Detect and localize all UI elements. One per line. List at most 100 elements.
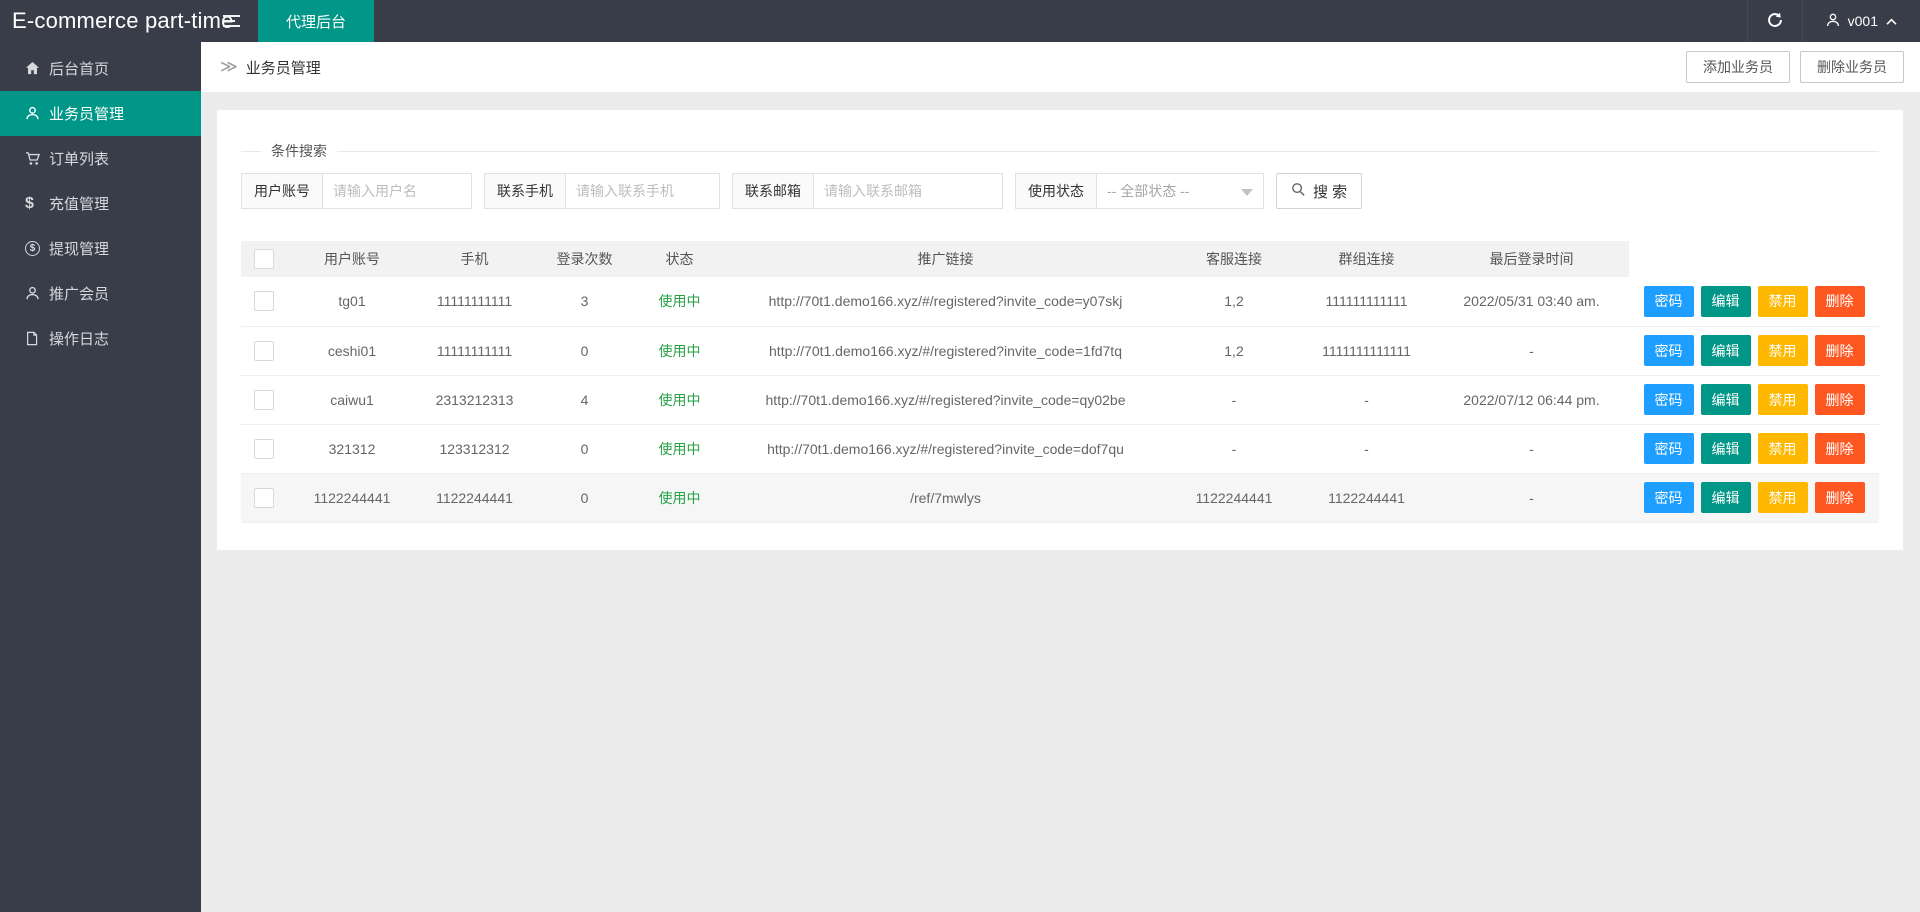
last-login-cell: -	[1434, 473, 1629, 522]
account-field-label: 用户账号	[241, 173, 322, 209]
promo-link-cell: http://70t1.demo166.xyz/#/registered?inv…	[722, 326, 1169, 375]
password-button[interactable]: 密码	[1644, 384, 1694, 415]
service-link-cell: -	[1169, 375, 1299, 424]
table-row: tg01111111111113使用中http://70t1.demo166.x…	[241, 277, 1879, 326]
checkbox-cell	[241, 277, 287, 326]
delete-button[interactable]: 删除	[1815, 482, 1865, 513]
salesman-table: 用户账号手机登录次数状态推广链接客服连接群组连接最后登录时间 tg0111111…	[241, 241, 1879, 523]
search-icon	[1291, 182, 1306, 201]
account-cell: 321312	[287, 424, 417, 473]
row-checkbox[interactable]	[254, 341, 274, 361]
checkbox-cell	[241, 375, 287, 424]
double-chevron-icon: ≫	[220, 57, 238, 77]
delete-button[interactable]: 删除	[1815, 286, 1865, 317]
sidebar-item-withdraw[interactable]: $ 提现管理	[0, 226, 201, 271]
promo-link-cell: /ref/7mwlys	[722, 473, 1169, 522]
chevron-up-icon	[1885, 13, 1898, 29]
disable-button[interactable]: 禁用	[1758, 335, 1808, 366]
column-header: 最后登录时间	[1434, 241, 1629, 277]
column-header: 登录次数	[532, 241, 637, 277]
edit-button[interactable]: 编辑	[1701, 286, 1751, 317]
sidebar-item-recharge[interactable]: $ 充值管理	[0, 181, 201, 226]
breadcrumb-bar: ≫ 业务员管理 添加业务员 删除业务员	[201, 42, 1920, 92]
sidebar-item-label: 提现管理	[49, 238, 109, 259]
member-icon	[25, 286, 49, 301]
status-select[interactable]: -- 全部状态 --	[1096, 173, 1264, 209]
select-all-header	[241, 241, 287, 277]
email-field-group: 联系邮箱	[732, 173, 1003, 209]
last-login-cell: -	[1434, 326, 1629, 375]
search-row: 用户账号 联系手机 联系邮箱 使用状态 -- 全部状态 --	[241, 173, 1879, 209]
top-tab-agent-admin[interactable]: 代理后台	[258, 0, 374, 42]
column-header: 推广链接	[722, 241, 1169, 277]
edit-button[interactable]: 编辑	[1701, 433, 1751, 464]
refresh-button[interactable]	[1747, 0, 1803, 42]
password-button[interactable]: 密码	[1644, 286, 1694, 317]
group-link-cell: -	[1299, 424, 1434, 473]
column-header: 手机	[417, 241, 532, 277]
sidebar-item-orders[interactable]: 订单列表	[0, 136, 201, 181]
actions-cell: 密码编辑禁用删除	[1629, 375, 1879, 424]
row-checkbox[interactable]	[254, 291, 274, 311]
login-count-cell: 0	[532, 473, 637, 522]
account-cell: 1122244441	[287, 473, 417, 522]
status-cell: 使用中	[637, 326, 722, 375]
phone-cell: 1122244441	[417, 473, 532, 522]
account-cell: tg01	[287, 277, 417, 326]
top-bar: E-commerce part-time 代理后台 v001	[0, 0, 1920, 42]
cart-icon	[25, 151, 49, 166]
topbar-spacer	[374, 0, 1747, 42]
add-salesman-button[interactable]: 添加业务员	[1686, 51, 1790, 83]
edit-button[interactable]: 编辑	[1701, 335, 1751, 366]
sidebar-item-logs[interactable]: 操作日志	[0, 316, 201, 361]
disable-button[interactable]: 禁用	[1758, 433, 1808, 464]
account-field-group: 用户账号	[241, 173, 472, 209]
dollar-icon: $	[25, 195, 49, 213]
sidebar-item-home[interactable]: 后台首页	[0, 46, 201, 91]
login-count-cell: 4	[532, 375, 637, 424]
table-row: 3213121233123120使用中http://70t1.demo166.x…	[241, 424, 1879, 473]
sidebar-item-promotion[interactable]: 推广会员	[0, 271, 201, 316]
page-title: 业务员管理	[246, 57, 321, 78]
sidebar-item-label: 后台首页	[49, 58, 109, 79]
disable-button[interactable]: 禁用	[1758, 384, 1808, 415]
email-field-label: 联系邮箱	[732, 173, 813, 209]
sidebar-menu: 后台首页 业务员管理 订单列表 $ 充值管理 $ 提现管理 推广会员 操作日志	[0, 42, 201, 912]
delete-button[interactable]: 删除	[1815, 335, 1865, 366]
sidebar-item-salesman[interactable]: 业务员管理	[0, 91, 201, 136]
password-button[interactable]: 密码	[1644, 482, 1694, 513]
actions-cell: 密码编辑禁用删除	[1629, 277, 1879, 326]
search-button[interactable]: 搜 索	[1276, 173, 1362, 209]
email-input[interactable]	[813, 173, 1003, 209]
login-count-cell: 3	[532, 277, 637, 326]
column-header: 客服连接	[1169, 241, 1299, 277]
phone-input[interactable]	[565, 173, 720, 209]
home-icon	[25, 61, 49, 76]
login-count-cell: 0	[532, 424, 637, 473]
password-button[interactable]: 密码	[1644, 335, 1694, 366]
search-legend: 条件搜索	[261, 141, 337, 161]
select-all-checkbox[interactable]	[254, 249, 274, 269]
main-content: ≫ 业务员管理 添加业务员 删除业务员 条件搜索 用户账号 联系手机 联系邮箱 …	[201, 0, 1920, 550]
account-cell: caiwu1	[287, 375, 417, 424]
phone-field-label: 联系手机	[484, 173, 565, 209]
disable-button[interactable]: 禁用	[1758, 482, 1808, 513]
login-count-cell: 0	[532, 326, 637, 375]
status-select-value: -- 全部状态 --	[1107, 181, 1189, 201]
edit-button[interactable]: 编辑	[1701, 384, 1751, 415]
edit-button[interactable]: 编辑	[1701, 482, 1751, 513]
sidebar-item-label: 推广会员	[49, 283, 109, 304]
disable-button[interactable]: 禁用	[1758, 286, 1808, 317]
delete-button[interactable]: 删除	[1815, 384, 1865, 415]
password-button[interactable]: 密码	[1644, 433, 1694, 464]
row-checkbox[interactable]	[254, 390, 274, 410]
status-cell: 使用中	[637, 277, 722, 326]
row-checkbox[interactable]	[254, 439, 274, 459]
collapse-menu-icon[interactable]	[201, 0, 258, 42]
table-header-row: 用户账号手机登录次数状态推广链接客服连接群组连接最后登录时间	[241, 241, 1879, 277]
delete-button[interactable]: 删除	[1815, 433, 1865, 464]
delete-salesman-button[interactable]: 删除业务员	[1800, 51, 1904, 83]
row-checkbox[interactable]	[254, 488, 274, 508]
user-menu[interactable]: v001	[1803, 0, 1920, 42]
account-input[interactable]	[322, 173, 472, 209]
